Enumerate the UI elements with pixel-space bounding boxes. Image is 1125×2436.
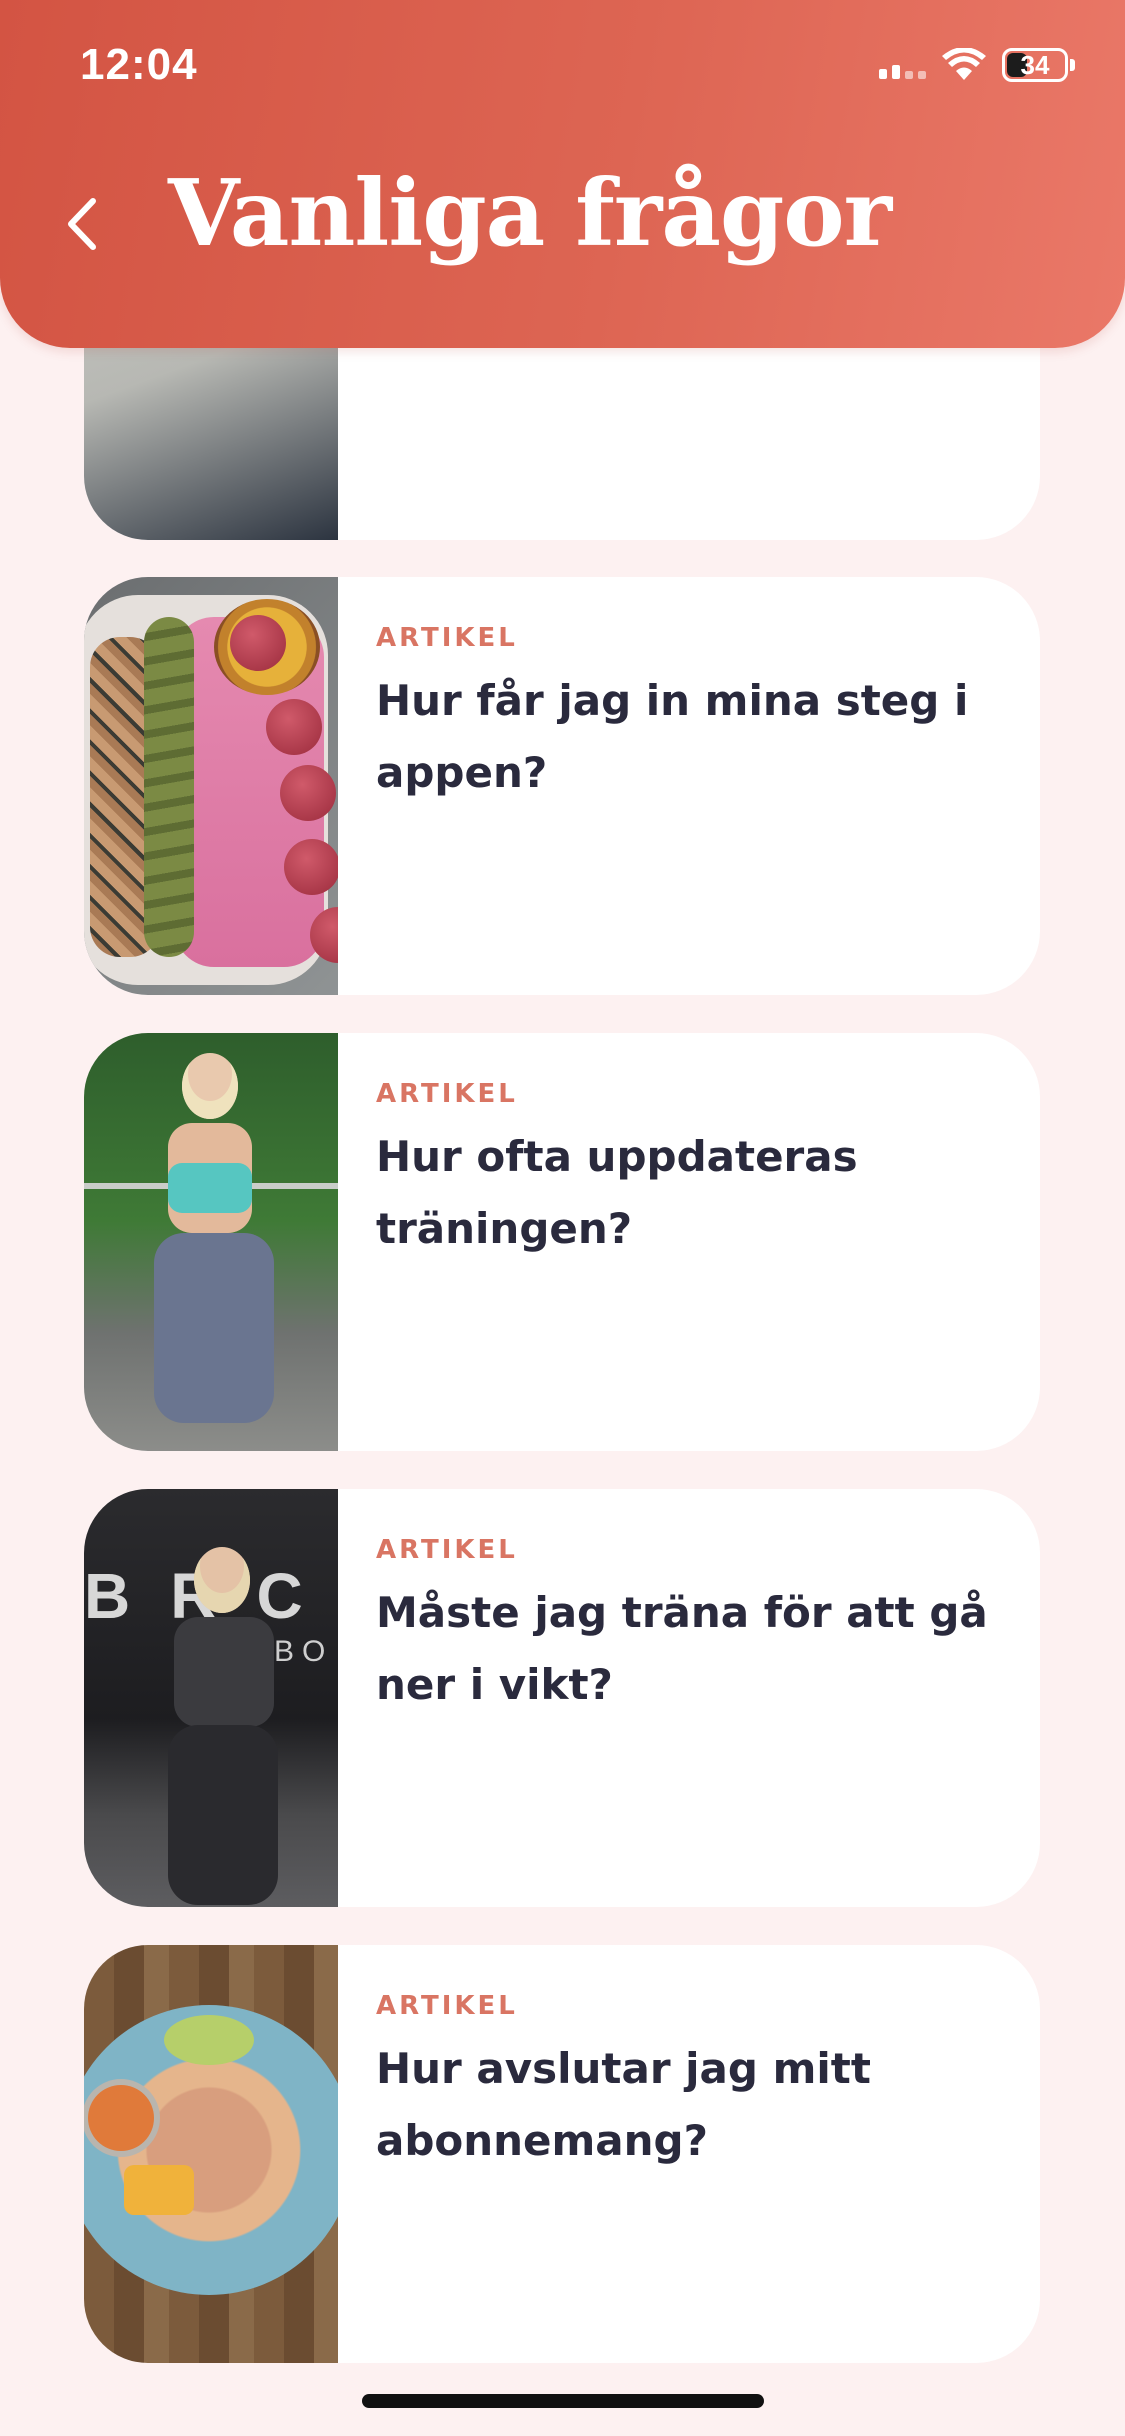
cellular-signal-icon <box>879 51 926 79</box>
article-image <box>84 577 338 995</box>
article-card[interactable]: BRC BO ARTIKEL Måste jag träna för att g… <box>84 1489 1040 1907</box>
article-label: ARTIKEL <box>376 1079 518 1109</box>
article-card-body: ARTIKEL Hur avslutar jag mitt abonnemang… <box>338 1945 1040 2363</box>
page-title: Vanliga frågor <box>168 159 892 267</box>
article-card[interactable]: ARTIKEL Hur får jag in mina steg i appen… <box>84 577 1040 995</box>
battery-icon: 34 <box>1002 48 1068 82</box>
home-indicator[interactable] <box>362 2394 764 2408</box>
article-title: Hur ofta uppdateras träningen? <box>376 1132 858 1253</box>
battery-cap <box>1070 59 1075 71</box>
article-image <box>84 1033 338 1451</box>
article-title: Måste jag träna för att gå ner i vikt? <box>376 1588 988 1709</box>
article-card-body: ARTIKEL Hur får jag in mina steg i appen… <box>338 577 1040 995</box>
article-image <box>84 1945 338 2363</box>
article-card[interactable]: ARTIKEL Hur ofta uppdateras träningen? <box>84 1033 1040 1451</box>
article-label: ARTIKEL <box>376 623 518 653</box>
article-image: BRC BO <box>84 1489 338 1907</box>
chevron-left-icon <box>68 198 96 250</box>
article-label: ARTIKEL <box>376 1535 518 1565</box>
back-button[interactable] <box>58 192 106 256</box>
wifi-icon <box>942 48 986 80</box>
article-title: Hur får jag in mina steg i appen? <box>376 676 969 797</box>
article-label: ARTIKEL <box>376 1991 518 2021</box>
status-icons: 34 <box>879 48 1075 82</box>
article-card[interactable]: ARTIKEL Hur avslutar jag mitt abonnemang… <box>84 1945 1040 2363</box>
battery-level: 34 <box>1020 50 1050 80</box>
status-time: 12:04 <box>80 40 198 89</box>
article-card-body: ARTIKEL Måste jag träna för att gå ner i… <box>338 1489 1040 1907</box>
article-title: Hur avslutar jag mitt abonnemang? <box>376 2044 871 2165</box>
article-card-body: ARTIKEL Hur ofta uppdateras träningen? <box>338 1033 1040 1451</box>
app-header: 12:04 34 Vanliga frågor <box>0 0 1125 348</box>
